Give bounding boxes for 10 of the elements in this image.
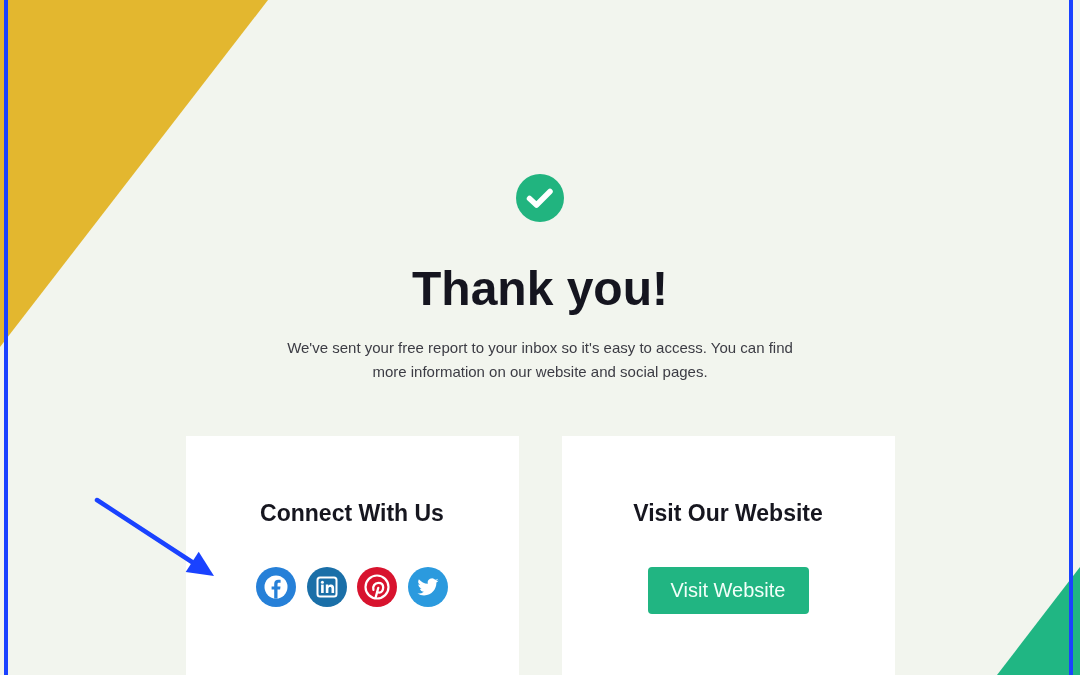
- visit-website-button[interactable]: Visit Website: [647, 567, 809, 614]
- confirmation-message: We've sent your free report to your inbox so it's easy to access. You can find more information on our website and social pages.: [286, 338, 794, 382]
- card-title: Visit Our Website: [633, 499, 823, 528]
- page-heading: Thank you!: [412, 261, 668, 317]
- card-title: Connect With Us: [260, 499, 444, 528]
- facebook-icon[interactable]: [256, 567, 297, 607]
- check-circle-icon: [516, 174, 564, 222]
- linkedin-icon[interactable]: [306, 567, 347, 607]
- twitter-icon[interactable]: [407, 567, 448, 607]
- pinterest-icon[interactable]: [357, 567, 398, 607]
